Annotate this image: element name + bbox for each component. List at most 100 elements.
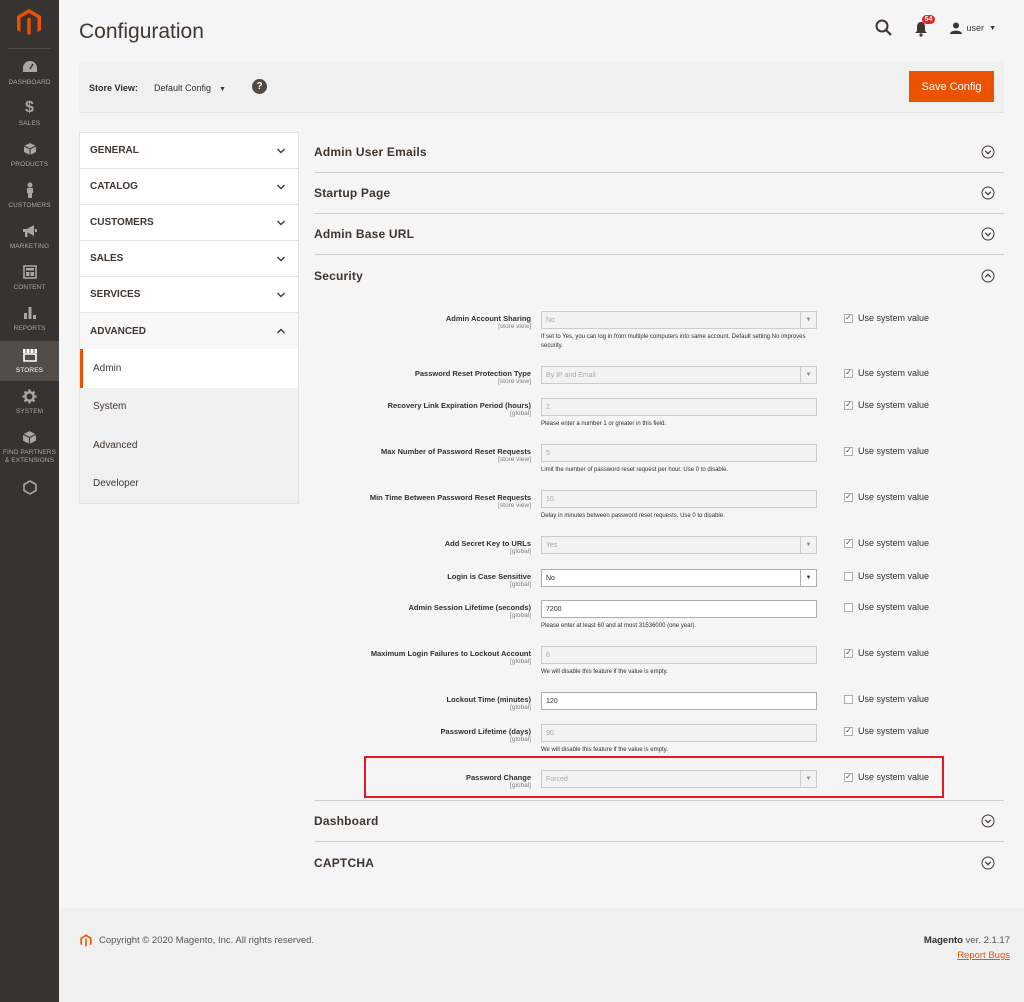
field-note: Please enter a number 1 or greater in th… xyxy=(541,421,667,427)
field-label: Min Time Between Password Reset Requests xyxy=(369,493,531,502)
use-system-value-label: Use system value xyxy=(858,694,930,704)
field-label: Password Lifetime (days) xyxy=(440,727,531,736)
menu-item-sales[interactable]: $ SALES xyxy=(0,99,59,135)
magento-logo[interactable] xyxy=(14,7,44,37)
field-value: 6 xyxy=(546,651,550,659)
bar-chart-icon xyxy=(23,304,37,322)
menu-item-extra[interactable] xyxy=(0,478,59,498)
tab-label: CATALOG xyxy=(90,181,138,192)
tab-services[interactable]: SERVICES xyxy=(80,277,298,313)
use-system-value-label: Use system value xyxy=(858,648,930,658)
tab-sales[interactable]: SALES xyxy=(80,241,298,277)
checkbox-checked-icon: ✓ xyxy=(844,726,853,736)
text-input[interactable]: 10 xyxy=(541,490,817,508)
subtab-developer[interactable]: Developer xyxy=(80,465,298,504)
use-system-value-checkbox[interactable]: ✓ Use system value xyxy=(844,648,929,658)
menu-item-content[interactable]: CONTENT xyxy=(0,263,59,299)
use-system-value-checkbox[interactable]: ✓ Use system value xyxy=(844,368,929,378)
select-field[interactable]: Forced ▼ xyxy=(541,770,817,788)
field-note: Please enter at least 60 and at most 315… xyxy=(541,623,697,629)
use-system-value-label: Use system value xyxy=(858,400,930,410)
subtab-system[interactable]: System xyxy=(80,388,298,427)
box-icon xyxy=(23,140,37,158)
text-input[interactable]: 90 xyxy=(541,724,817,742)
notification-count-badge: 54 xyxy=(921,15,936,24)
select-field[interactable]: No ▼ xyxy=(541,569,817,587)
menu-item-dashboard[interactable]: DASHBOARD xyxy=(0,58,59,94)
tab-label: CUSTOMERS xyxy=(90,217,154,228)
admin-menu: DASHBOARD $ SALES PRODUCTS CUSTOMERS MAR… xyxy=(0,0,59,1002)
section-security[interactable]: Security xyxy=(314,255,1004,296)
use-system-value-checkbox[interactable]: Use system value xyxy=(844,571,929,581)
select-field[interactable]: Yes ▼ xyxy=(541,536,817,554)
store-view-switcher[interactable]: Default Config ▼ xyxy=(154,83,226,93)
menu-item-marketing[interactable]: MARKETING xyxy=(0,222,59,258)
use-system-value-label: Use system value xyxy=(858,571,930,581)
field-label: Login is Case Sensitive xyxy=(447,572,531,581)
use-system-value-checkbox[interactable]: ✓ Use system value xyxy=(844,400,929,410)
menu-item-stores[interactable]: STORES xyxy=(0,341,59,381)
report-bugs-link[interactable]: Report Bugs xyxy=(957,950,1010,961)
user-menu-button[interactable]: user ▼ xyxy=(949,22,996,34)
chevron-down-icon xyxy=(277,148,285,153)
text-input[interactable]: 5 xyxy=(541,444,817,462)
section-admin-base-url[interactable]: Admin Base URL xyxy=(314,214,1004,255)
tab-advanced[interactable]: ADVANCED xyxy=(80,313,298,349)
text-input[interactable]: 7200 xyxy=(541,600,817,618)
field-value: 90 xyxy=(546,729,554,737)
field-value: 2 xyxy=(546,403,550,411)
use-system-value-checkbox[interactable]: ✓ Use system value xyxy=(844,772,929,782)
select-field[interactable]: No ▼ xyxy=(541,311,817,329)
checkbox-unchecked-icon xyxy=(844,602,853,612)
tab-general[interactable]: GENERAL xyxy=(80,133,298,169)
help-icon[interactable]: ? xyxy=(252,79,267,94)
section-captcha[interactable]: CAPTCHA xyxy=(314,842,1004,883)
section-admin-user-emails[interactable]: Admin User Emails xyxy=(314,132,1004,173)
use-system-value-checkbox[interactable]: ✓ Use system value xyxy=(844,446,929,456)
store-view-bar: Store View: Default Config ▼ ? Save Confi… xyxy=(79,61,1004,113)
field-label: Password Change xyxy=(465,773,531,782)
menu-item-reports[interactable]: REPORTS xyxy=(0,304,59,340)
cube-icon xyxy=(22,428,37,446)
chevron-down-icon xyxy=(277,292,285,297)
use-system-value-checkbox[interactable]: ✓ Use system value xyxy=(844,492,929,502)
chevron-down-icon: ▼ xyxy=(989,24,996,32)
search-icon[interactable] xyxy=(874,18,894,38)
field-scope: [store view] xyxy=(498,323,531,330)
field-label: Maximum Login Failures to Lockout Accoun… xyxy=(370,649,531,658)
expand-icon xyxy=(981,186,995,200)
menu-item-customers[interactable]: CUSTOMERS xyxy=(0,181,59,217)
subtab-advanced[interactable]: Advanced xyxy=(80,426,298,465)
store-icon xyxy=(22,346,38,364)
text-input[interactable]: 6 xyxy=(541,646,817,664)
chevron-down-icon: ▼ xyxy=(800,537,816,553)
section-startup-page[interactable]: Startup Page xyxy=(314,173,1004,214)
text-input[interactable]: 120 xyxy=(541,692,817,710)
tab-customers[interactable]: CUSTOMERS xyxy=(80,205,298,241)
select-field[interactable]: By IP and Email ▼ xyxy=(541,366,817,384)
tab-catalog[interactable]: CATALOG xyxy=(80,169,298,205)
subtab-admin[interactable]: Admin xyxy=(80,349,298,388)
menu-item-system[interactable]: SYSTEM xyxy=(0,387,59,423)
field-note: Delay in minutes between password reset … xyxy=(541,513,725,519)
use-system-value-checkbox[interactable]: ✓ Use system value xyxy=(844,313,929,323)
use-system-value-checkbox[interactable]: Use system value xyxy=(844,602,929,612)
use-system-value-checkbox[interactable]: ✓ Use system value xyxy=(844,538,929,548)
use-system-value-checkbox[interactable]: Use system value xyxy=(844,694,929,704)
menu-item-products[interactable]: PRODUCTS xyxy=(0,140,59,176)
gear-icon xyxy=(22,387,37,405)
section-dashboard[interactable]: Dashboard xyxy=(314,801,1004,842)
use-system-value-checkbox[interactable]: ✓ Use system value xyxy=(844,726,929,736)
user-icon xyxy=(949,22,962,34)
field-scope: [store view] xyxy=(498,456,531,463)
menu-item-find-partners[interactable]: FIND PARTNERS & EXTENSIONS xyxy=(0,428,59,468)
save-config-button[interactable]: Save Config xyxy=(909,71,994,102)
notifications-button[interactable]: 54 xyxy=(914,15,936,38)
field-note: We will disable this feature if the valu… xyxy=(541,669,668,675)
text-input[interactable]: 2 xyxy=(541,398,817,416)
dashboard-icon xyxy=(22,58,38,76)
expand-icon xyxy=(981,856,995,869)
collapse-icon xyxy=(981,269,995,282)
field-scope: [global] xyxy=(510,782,531,789)
section-title: Admin Base URL xyxy=(314,227,415,241)
